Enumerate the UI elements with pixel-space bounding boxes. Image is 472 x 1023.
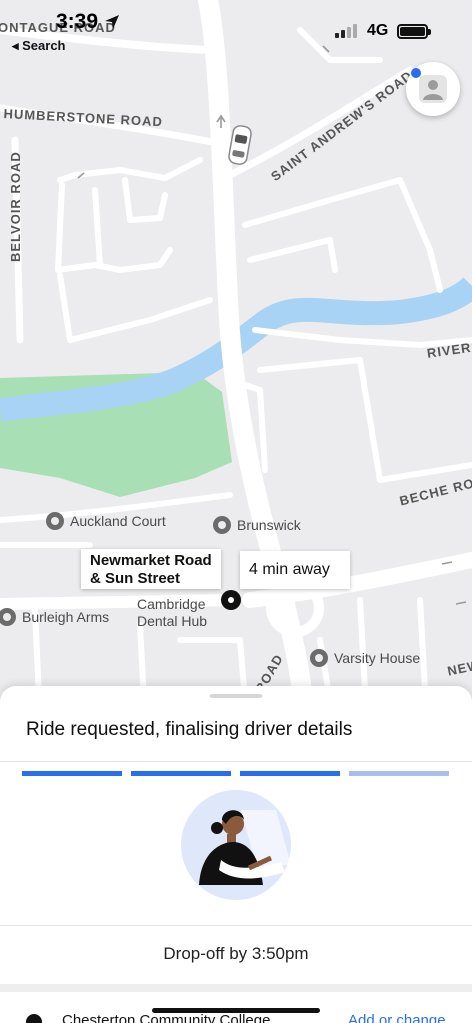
poi-label: Burleigh Arms <box>22 609 110 625</box>
poi-auckland-court[interactable]: Auckland Court <box>46 512 166 530</box>
ride-status-sheet[interactable]: Ride requested, finalising driver detail… <box>0 686 472 1023</box>
progress-bar <box>22 771 449 776</box>
eta-text: 4 min away <box>249 561 330 578</box>
pickup-label-text: Newmarket Road & Sun Street <box>90 552 212 587</box>
battery-icon <box>397 24 431 39</box>
clock: 3:39 <box>56 10 99 33</box>
pickup-marker-icon <box>221 590 241 610</box>
map-view[interactable]: ONTAGUE ROAD HUMBERSTONE ROAD BELVOIR RO… <box>0 0 472 720</box>
home-indicator[interactable] <box>152 1008 320 1013</box>
dropoff-time: Drop-off by 3:50pm <box>163 944 309 963</box>
back-to-search-link[interactable]: ◂ Search <box>12 38 66 54</box>
poi-label: Cambridge Dental Hub <box>137 596 208 629</box>
person-icon <box>419 75 447 103</box>
road-label-belvoir: BELVOIR ROAD <box>8 151 23 262</box>
sheet-drag-handle[interactable] <box>210 694 262 698</box>
pub-icon <box>0 608 16 626</box>
progress-step <box>349 771 449 776</box>
eta-label: 4 min away <box>240 551 350 589</box>
location-pin-icon <box>46 512 64 530</box>
location-pin-icon <box>310 649 328 667</box>
car-icon <box>228 125 252 165</box>
divider <box>0 925 472 926</box>
signal-strength-icon <box>335 24 357 38</box>
network-type: 4G <box>367 22 389 39</box>
poi-dental-hub[interactable]: Cambridge Dental Hub <box>137 596 217 630</box>
poi-label: Brunswick <box>237 517 301 533</box>
driver-illustration <box>181 790 291 900</box>
progress-step <box>240 771 340 776</box>
status-bar: 3:39 ◂ Search 4G <box>0 0 472 60</box>
poi-brunswick[interactable]: Brunswick <box>213 516 301 534</box>
destination-pin-icon <box>26 1014 42 1023</box>
poi-burleigh-arms[interactable]: Burleigh Arms <box>0 608 109 626</box>
pickup-location-label[interactable]: Newmarket Road & Sun Street <box>81 549 221 589</box>
location-pin-icon <box>213 516 231 534</box>
ride-status-title: Ride requested, finalising driver detail… <box>26 719 353 740</box>
notification-dot <box>411 68 421 78</box>
destination-name: Chesterton Community College <box>62 1012 271 1023</box>
progress-step <box>22 771 122 776</box>
add-or-change-destination-button[interactable]: Add or change <box>348 1012 446 1023</box>
divider <box>0 761 472 762</box>
section-separator <box>0 984 472 992</box>
poi-varsity-house[interactable]: Varsity House <box>310 649 420 667</box>
poi-label: Varsity House <box>334 650 421 666</box>
location-arrow-icon <box>105 15 119 29</box>
progress-step <box>131 771 231 776</box>
poi-label: Auckland Court <box>70 513 166 529</box>
